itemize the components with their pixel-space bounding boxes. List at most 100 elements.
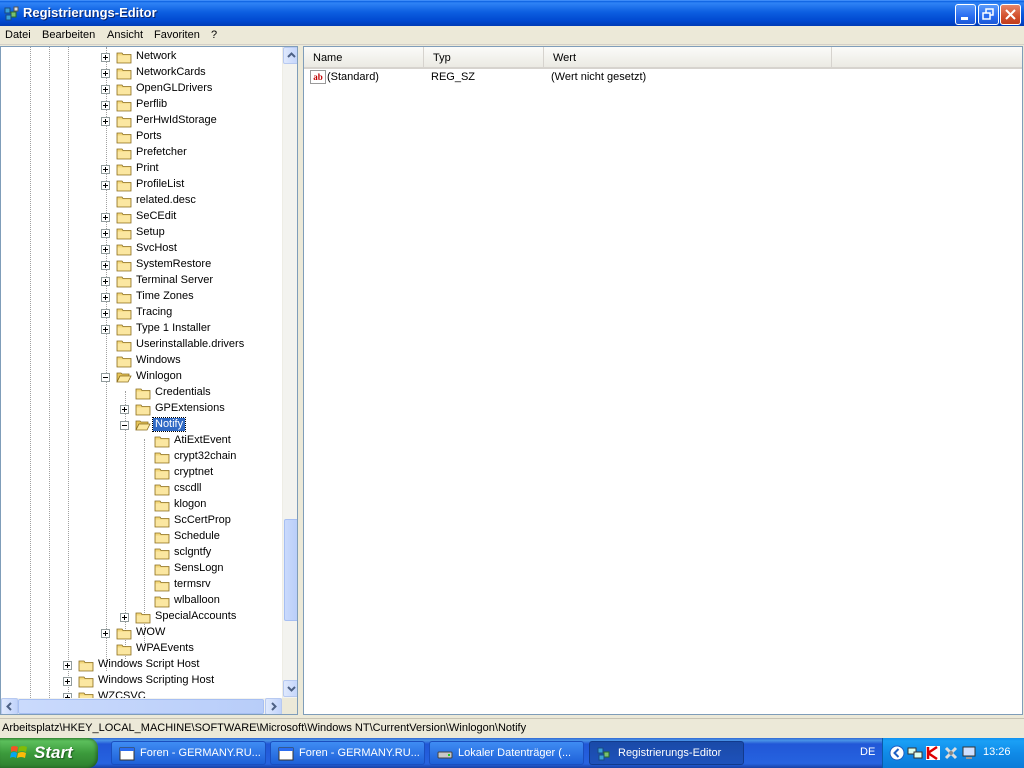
tree-node[interactable]: Credentials [1, 385, 282, 401]
tree-node[interactable]: Terminal Server [1, 273, 282, 289]
tree-horizontal-scrollbar[interactable] [1, 698, 282, 714]
collapse-minus-icon[interactable] [101, 373, 110, 382]
expand-plus-icon[interactable] [120, 613, 129, 622]
clock[interactable]: 13:26 [983, 746, 1011, 758]
tree-node[interactable]: termsrv [1, 577, 282, 593]
expand-plus-icon[interactable] [101, 293, 110, 302]
start-button[interactable]: Start [0, 738, 98, 768]
tree-node[interactable]: WOW [1, 625, 282, 641]
tree-node[interactable]: Winlogon [1, 369, 282, 385]
expand-plus-icon[interactable] [101, 277, 110, 286]
tree-node[interactable]: Windows Script Host [1, 657, 282, 673]
antivirus-icon[interactable] [925, 745, 941, 761]
tree-node[interactable]: Schedule [1, 529, 282, 545]
taskbar-button-foren-2[interactable]: Foren - GERMANY.RU... [270, 741, 425, 765]
tree-node[interactable]: AtiExtEvent [1, 433, 282, 449]
tree-node[interactable]: WPAEvents [1, 641, 282, 657]
tree-node[interactable]: Userinstallable.drivers [1, 337, 282, 353]
menu-favoriten[interactable]: Favoriten [154, 29, 200, 41]
start-label: Start [34, 743, 73, 762]
expand-plus-icon[interactable] [101, 69, 110, 78]
close-button[interactable] [1000, 4, 1021, 25]
tree-node[interactable]: Network [1, 49, 282, 65]
expand-plus-icon[interactable] [101, 261, 110, 270]
expand-plus-icon[interactable] [101, 165, 110, 174]
tree-node[interactable]: ScCertProp [1, 513, 282, 529]
folder-icon [154, 516, 170, 528]
menu-ansicht[interactable]: Ansicht [107, 29, 143, 41]
expand-plus-icon[interactable] [101, 309, 110, 318]
tree-node[interactable]: SpecialAccounts [1, 609, 282, 625]
scroll-left-button[interactable] [1, 698, 18, 714]
tree-node[interactable]: NetworkCards [1, 65, 282, 81]
tree-node[interactable]: cscdll [1, 481, 282, 497]
minimize-button[interactable] [955, 4, 976, 25]
menu-bearbeiten[interactable]: Bearbeiten [42, 29, 95, 41]
tools-icon[interactable] [943, 745, 959, 761]
tree-hscroll-thumb[interactable] [18, 699, 264, 714]
tree-node[interactable]: Windows Scripting Host [1, 673, 282, 689]
back-arrow-icon[interactable] [889, 745, 905, 761]
expand-plus-icon[interactable] [101, 117, 110, 126]
expand-plus-icon[interactable] [101, 181, 110, 190]
scroll-down-button[interactable] [283, 680, 297, 697]
scroll-right-button[interactable] [265, 698, 282, 714]
taskbar-button-foren-1[interactable]: Foren - GERMANY.RU... [111, 741, 266, 765]
tree-node[interactable]: sclgntfy [1, 545, 282, 561]
scroll-up-button[interactable] [283, 47, 297, 64]
column-type-header[interactable]: Typ [424, 47, 544, 67]
maximize-button[interactable] [978, 4, 999, 25]
expand-plus-icon[interactable] [101, 213, 110, 222]
tree-node[interactable]: Setup [1, 225, 282, 241]
tree-node[interactable]: wlballoon [1, 593, 282, 609]
column-name-header[interactable]: Name [304, 47, 424, 67]
expand-plus-icon[interactable] [101, 85, 110, 94]
tree-node[interactable]: PerHwIdStorage [1, 113, 282, 129]
expand-plus-icon[interactable] [101, 629, 110, 638]
tree-node[interactable]: Type 1 Installer [1, 321, 282, 337]
tree-node[interactable]: SvcHost [1, 241, 282, 257]
menu-help[interactable]: ? [211, 29, 217, 41]
expand-plus-icon[interactable] [120, 405, 129, 414]
language-indicator[interactable]: DE [860, 746, 875, 758]
expand-plus-icon[interactable] [101, 229, 110, 238]
expand-plus-icon[interactable] [101, 245, 110, 254]
tree-node[interactable]: SensLogn [1, 561, 282, 577]
tree-node[interactable]: Windows [1, 353, 282, 369]
status-path: Arbeitsplatz\HKEY_LOCAL_MACHINE\SOFTWARE… [2, 722, 527, 734]
expand-plus-icon[interactable] [63, 661, 72, 670]
expand-plus-icon[interactable] [101, 325, 110, 334]
tree-node-label: SpecialAccounts [155, 610, 237, 622]
tree-node[interactable]: Time Zones [1, 289, 282, 305]
tree-node[interactable]: WZCSVC [1, 689, 282, 698]
tree-scroll-thumb[interactable] [284, 519, 297, 621]
tree-node[interactable]: cryptnet [1, 465, 282, 481]
tree-node[interactable]: related.desc [1, 193, 282, 209]
monitor-icon[interactable] [961, 745, 977, 761]
value-row[interactable]: ab (Standard) REG_SZ (Wert nicht gesetzt… [304, 69, 1022, 86]
tree-node[interactable]: Tracing [1, 305, 282, 321]
tree-node[interactable]: OpenGLDrivers [1, 81, 282, 97]
taskbar-button-drive[interactable]: Lokaler Datenträger (... [429, 741, 584, 765]
tree-node[interactable]: ProfileList [1, 177, 282, 193]
tree-node[interactable]: GPExtensions [1, 401, 282, 417]
tree-node[interactable]: Prefetcher [1, 145, 282, 161]
expand-plus-icon[interactable] [101, 53, 110, 62]
network-icon[interactable] [907, 745, 923, 761]
column-value-header[interactable]: Wert [544, 47, 832, 67]
tree-node[interactable]: Perflib [1, 97, 282, 113]
expand-plus-icon[interactable] [101, 101, 110, 110]
tree-node[interactable]: SeCEdit [1, 209, 282, 225]
collapse-minus-icon[interactable] [120, 421, 129, 430]
tree-node[interactable]: crypt32chain [1, 449, 282, 465]
tree-vertical-scrollbar[interactable] [282, 47, 297, 698]
tree-node[interactable]: Ports [1, 129, 282, 145]
title-bar[interactable]: Registrierungs-Editor [0, 0, 1024, 26]
expand-plus-icon[interactable] [63, 677, 72, 686]
tree-node[interactable]: Notify [1, 417, 282, 433]
taskbar-button-regedit[interactable]: Registrierungs-Editor [589, 741, 744, 765]
menu-datei[interactable]: Datei [5, 29, 31, 41]
tree-node[interactable]: klogon [1, 497, 282, 513]
tree-node[interactable]: Print [1, 161, 282, 177]
tree-node[interactable]: SystemRestore [1, 257, 282, 273]
